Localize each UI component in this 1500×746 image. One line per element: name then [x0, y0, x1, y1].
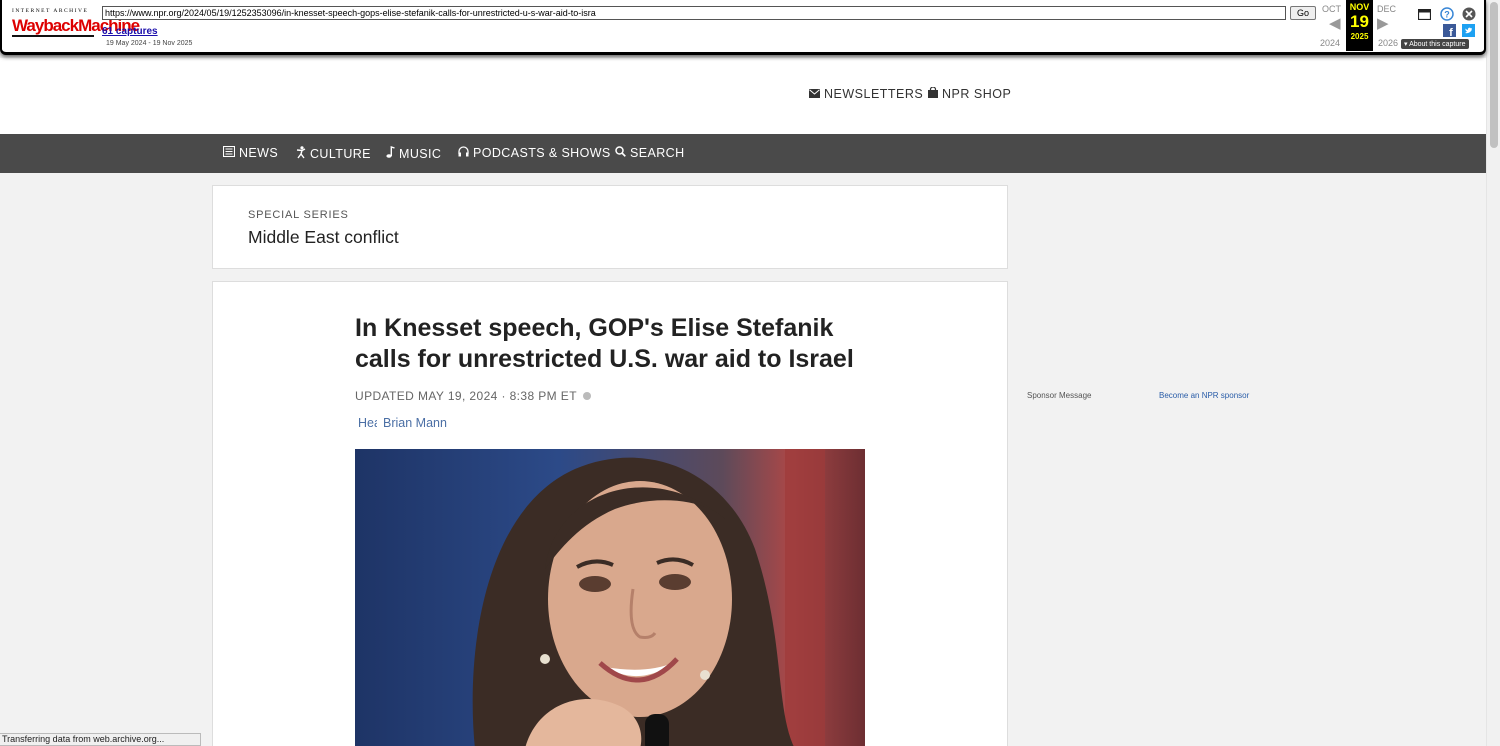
- headphones-icon: [458, 146, 469, 160]
- nav-music-label: MUSIC: [399, 146, 442, 161]
- nav-podcasts-shows[interactable]: PODCASTS & SHOWS: [458, 146, 611, 160]
- author-link[interactable]: Brian Mann: [383, 416, 447, 430]
- wayback-logo-main-text: WaybackMachine: [12, 16, 140, 37]
- close-icon[interactable]: [1462, 7, 1476, 21]
- wayback-logo-small-text: INTERNET ARCHIVE: [12, 8, 89, 14]
- music-note-icon: [386, 146, 395, 161]
- wayback-logo[interactable]: INTERNET ARCHIVE WaybackMachine: [12, 8, 140, 40]
- article-dateline: UPDATED MAY 19, 2024 · 8:38 PM ET: [355, 389, 591, 403]
- window-icon[interactable]: [1417, 7, 1431, 21]
- current-capture-date: NOV 19 2025: [1346, 0, 1373, 51]
- next-year-label[interactable]: 2026: [1378, 38, 1398, 48]
- prev-year-label[interactable]: 2024: [1320, 38, 1340, 48]
- article-headline: In Knesset speech, GOP's Elise Stefanik …: [355, 314, 854, 373]
- article-byline: Hea Brian Mann: [358, 416, 447, 430]
- sponsor-message-label: Sponsor Message: [1027, 391, 1092, 400]
- current-day: 19: [1350, 12, 1369, 31]
- wayback-url-input[interactable]: https://www.npr.org/2024/05/19/125235309…: [102, 6, 1286, 20]
- special-series-title[interactable]: Middle East conflict: [248, 227, 399, 248]
- become-sponsor-link[interactable]: Become an NPR sponsor: [1159, 391, 1249, 400]
- svg-text:?: ?: [1444, 10, 1450, 20]
- next-capture-arrow-icon[interactable]: ▶: [1377, 14, 1389, 32]
- info-icon[interactable]: [582, 392, 591, 400]
- shopping-bag-icon: [928, 86, 938, 101]
- byline-image-alt-text: Hea: [358, 416, 377, 430]
- dancer-icon: [296, 146, 306, 162]
- article-photo: [355, 449, 865, 746]
- special-series-card[interactable]: SPECIAL SERIES Middle East conflict: [212, 185, 1008, 269]
- newsletters-label: NEWSLETTERS: [824, 87, 924, 101]
- portrait-illustration: [472, 449, 825, 746]
- browser-status-bar: Transferring data from web.archive.org..…: [0, 733, 201, 746]
- nav-news-label: NEWS: [239, 146, 279, 160]
- facebook-icon[interactable]: f: [1442, 23, 1456, 37]
- npr-shop-label: NPR SHOP: [942, 87, 1012, 101]
- wayback-toolbar: INTERNET ARCHIVE WaybackMachine https://…: [0, 0, 1486, 55]
- nav-search-label: SEARCH: [630, 146, 685, 160]
- nav-search[interactable]: SEARCH: [615, 146, 685, 160]
- envelope-icon: [809, 87, 820, 101]
- nav-culture[interactable]: CULTURE: [296, 146, 371, 162]
- current-year: 2025: [1350, 32, 1369, 41]
- twitter-icon[interactable]: [1461, 23, 1475, 37]
- updated-timestamp: UPDATED MAY 19, 2024 · 8:38 PM ET: [355, 389, 577, 403]
- search-icon: [615, 146, 626, 160]
- site-header: NEWSLETTERS NPR SHOP: [0, 58, 1486, 134]
- about-capture-button[interactable]: ▾ About this capture: [1401, 39, 1469, 49]
- newsletters-link[interactable]: NEWSLETTERS: [809, 87, 923, 101]
- wayback-go-button[interactable]: Go: [1290, 6, 1316, 20]
- nav-music[interactable]: MUSIC: [386, 146, 441, 161]
- next-month-label[interactable]: DEC: [1377, 4, 1396, 14]
- article-card: In Knesset speech, GOP's Elise Stefanik …: [212, 281, 1008, 746]
- current-month: NOV: [1349, 2, 1370, 12]
- page-scrollbar[interactable]: [1486, 0, 1500, 746]
- prev-month-label[interactable]: OCT: [1322, 4, 1341, 14]
- nav-news[interactable]: NEWS: [222, 145, 279, 160]
- help-icon[interactable]: ?: [1440, 7, 1454, 21]
- main-nav: NEWS CULTURE MUSIC PODCASTS & SHOWS SEAR…: [0, 134, 1486, 173]
- svg-text:f: f: [1449, 27, 1453, 37]
- prev-capture-arrow-icon[interactable]: ◀: [1329, 14, 1341, 32]
- nav-culture-label: CULTURE: [310, 147, 371, 161]
- newspaper-icon: [222, 145, 236, 160]
- captures-link[interactable]: 61 captures: [102, 26, 158, 37]
- npr-shop-link[interactable]: NPR SHOP: [928, 86, 1012, 101]
- nav-podcasts-shows-label: PODCASTS & SHOWS: [473, 146, 611, 160]
- capture-date-range: 19 May 2024 - 19 Nov 2025: [106, 40, 193, 47]
- scrollbar-thumb[interactable]: [1490, 2, 1498, 148]
- special-series-label: SPECIAL SERIES: [248, 209, 349, 221]
